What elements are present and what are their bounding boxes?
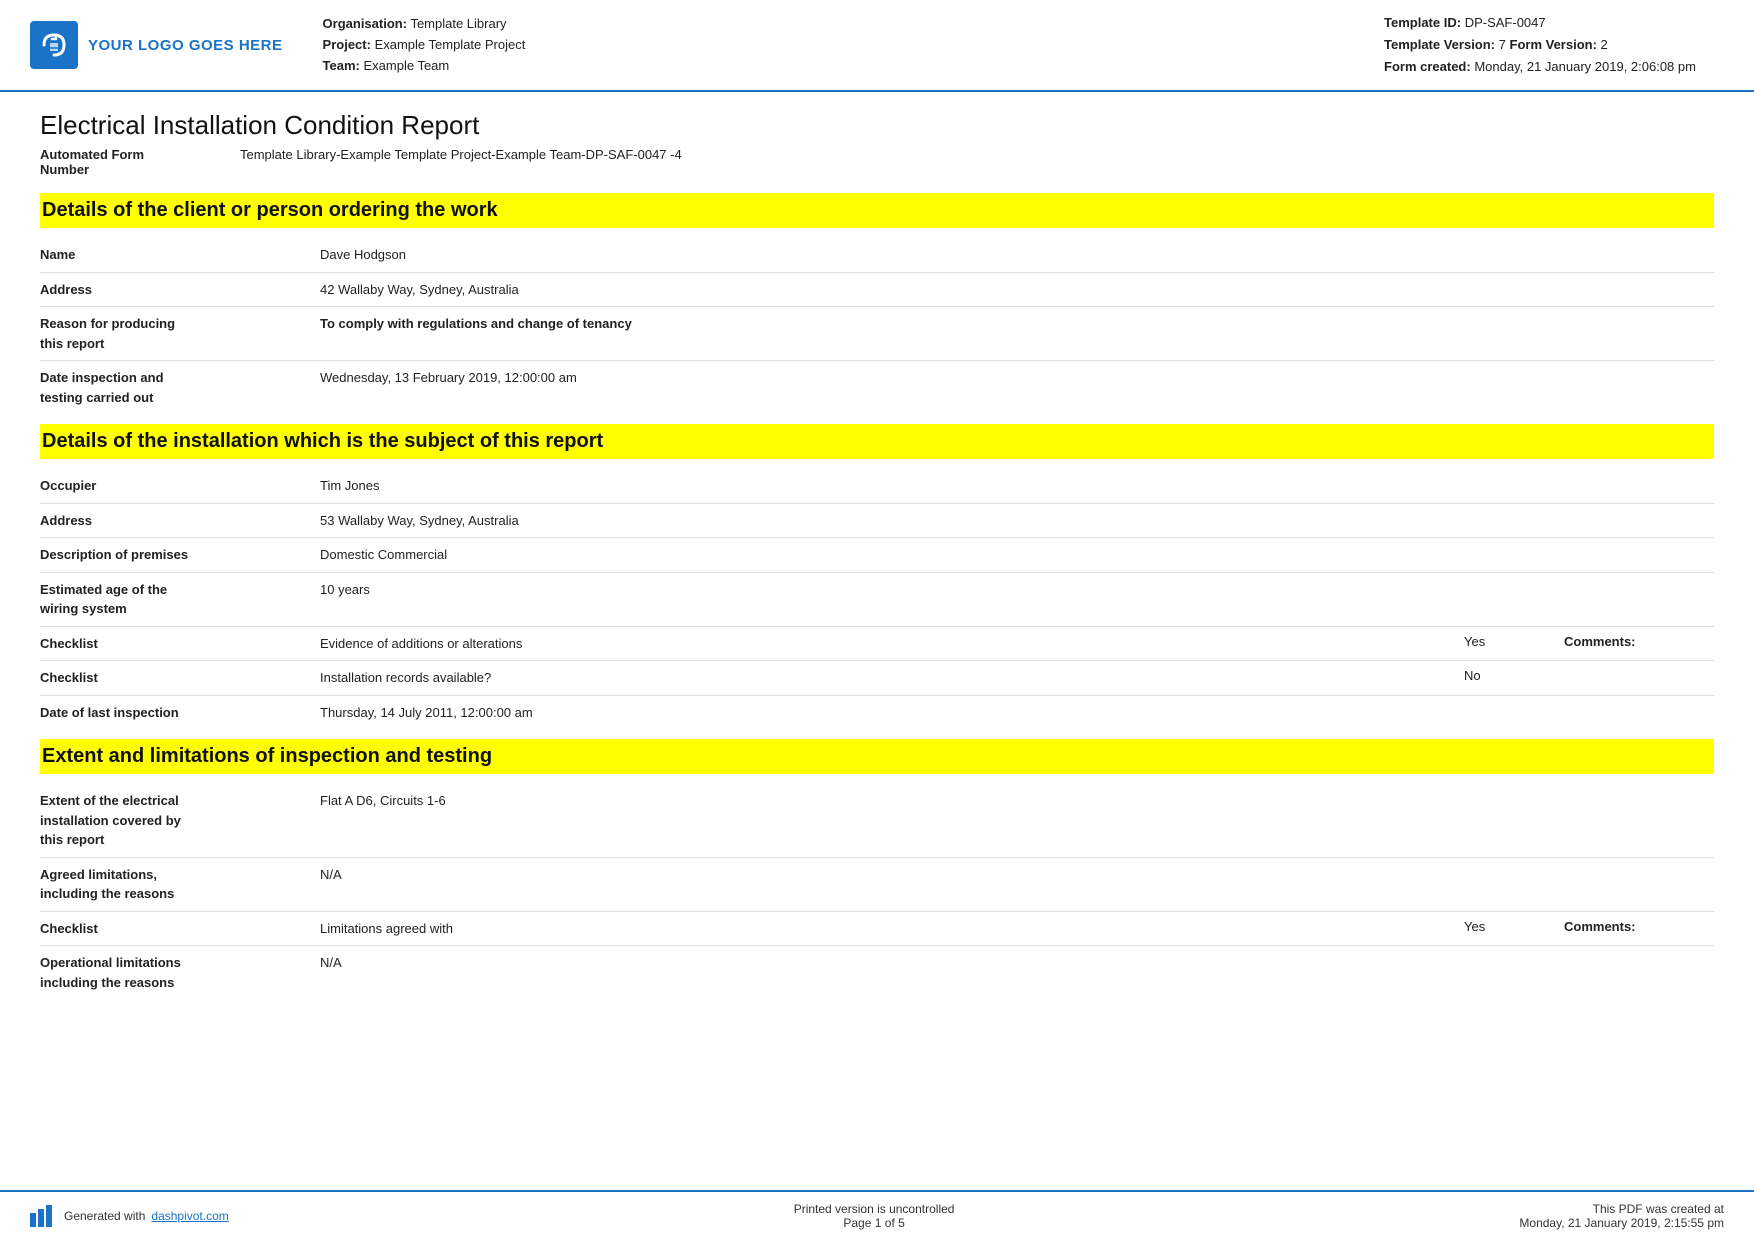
field-value: Installation records available? [320, 668, 1464, 688]
generated-label: Generated with [64, 1209, 145, 1223]
logo-icon [30, 21, 78, 69]
field-label: Description of premises [40, 545, 320, 565]
footer-logo-icon [30, 1205, 58, 1227]
header-right: Template ID: DP-SAF-0047 Template Versio… [1384, 12, 1724, 78]
field-status: Yes [1464, 634, 1564, 649]
form-version-label: Form Version: [1510, 37, 1597, 52]
form-number-label: Automated FormNumber [40, 147, 240, 177]
field-label: Operational limitationsincluding the rea… [40, 953, 320, 992]
uncontrolled-text: Printed version is uncontrolled [794, 1202, 955, 1216]
field-value: Limitations agreed with [320, 919, 1464, 939]
form-created-label: Form created: [1384, 59, 1471, 74]
table-row: Checklist Evidence of additions or alter… [40, 627, 1714, 662]
section-extent-title: Extent and limitations of inspection and… [42, 745, 1712, 768]
pdf-created-label: This PDF was created at [1519, 1202, 1724, 1216]
field-value: Flat A D6, Circuits 1-6 [320, 791, 1714, 811]
field-label: Address [40, 280, 320, 300]
section-installation-header: Details of the installation which is the… [40, 424, 1714, 459]
field-value: Tim Jones [320, 476, 1714, 496]
team-label: Team: [323, 58, 360, 73]
logo-text: YOUR LOGO GOES HERE [88, 37, 283, 54]
page-current: 1 [875, 1216, 882, 1230]
field-value: Wednesday, 13 February 2019, 12:00:00 am [320, 368, 1714, 388]
field-label: Checklist [40, 668, 320, 688]
field-label: Checklist [40, 634, 320, 654]
field-status: No [1464, 668, 1564, 683]
field-value: N/A [320, 865, 1714, 885]
table-row: Name Dave Hodgson [40, 238, 1714, 273]
field-label: Name [40, 245, 320, 265]
field-label: Date inspection andtesting carried out [40, 368, 320, 407]
field-label: Reason for producingthis report [40, 314, 320, 353]
footer-right: This PDF was created at Monday, 21 Janua… [1519, 1202, 1724, 1230]
template-version-value: 7 [1499, 37, 1506, 52]
org-value: Template Library [410, 16, 506, 31]
template-id-label: Template ID: [1384, 15, 1461, 30]
field-value: Thursday, 14 July 2011, 12:00:00 am [320, 703, 1714, 723]
table-row: Address 53 Wallaby Way, Sydney, Australi… [40, 504, 1714, 539]
table-row: Operational limitationsincluding the rea… [40, 946, 1714, 999]
field-label: Extent of the electricalinstallation cov… [40, 791, 320, 850]
footer-left: Generated with dashpivot.com [30, 1205, 229, 1227]
footer: Generated with dashpivot.com Printed ver… [0, 1190, 1754, 1240]
comments-label: Comments: [1564, 919, 1714, 934]
field-value: Dave Hodgson [320, 245, 1714, 265]
footer-center: Printed version is uncontrolled Page 1 o… [794, 1202, 955, 1230]
template-id-value: DP-SAF-0047 [1465, 15, 1546, 30]
doc-title: Electrical Installation Condition Report [40, 110, 1714, 141]
field-value: To comply with regulations and change of… [320, 314, 1714, 334]
header-center: Organisation: Template Library Project: … [303, 12, 1364, 78]
form-version-value: 2 [1601, 37, 1608, 52]
page: YOUR LOGO GOES HERE Organisation: Templa… [0, 0, 1754, 1240]
installation-table: Occupier Tim Jones Address 53 Wallaby Wa… [40, 469, 1714, 729]
extent-table: Extent of the electricalinstallation cov… [40, 784, 1714, 999]
client-table: Name Dave Hodgson Address 42 Wallaby Way… [40, 238, 1714, 414]
section-installation-title: Details of the installation which is the… [42, 430, 1712, 453]
field-label: Agreed limitations,including the reasons [40, 865, 320, 904]
table-row: Address 42 Wallaby Way, Sydney, Australi… [40, 273, 1714, 308]
field-label: Estimated age of thewiring system [40, 580, 320, 619]
table-row: Agreed limitations,including the reasons… [40, 858, 1714, 912]
field-value: N/A [320, 953, 1714, 973]
page-of: of 5 [885, 1216, 905, 1230]
table-row: Occupier Tim Jones [40, 469, 1714, 504]
table-row: Estimated age of thewiring system 10 yea… [40, 573, 1714, 627]
field-label: Date of last inspection [40, 703, 320, 723]
project-value: Example Template Project [375, 37, 526, 52]
field-label: Checklist [40, 919, 320, 939]
section-client-header: Details of the client or person ordering… [40, 193, 1714, 228]
table-row: Description of premises Domestic Commerc… [40, 538, 1714, 573]
project-label: Project: [323, 37, 371, 52]
table-row: Checklist Installation records available… [40, 661, 1714, 696]
section-extent-header: Extent and limitations of inspection and… [40, 739, 1714, 774]
field-value: Domestic Commercial [320, 545, 1714, 565]
field-label: Address [40, 511, 320, 531]
org-label: Organisation: [323, 16, 408, 31]
table-row: Date of last inspection Thursday, 14 Jul… [40, 696, 1714, 730]
header: YOUR LOGO GOES HERE Organisation: Templa… [0, 0, 1754, 92]
page-info: Page 1 of 5 [794, 1216, 955, 1230]
field-status: Yes [1464, 919, 1564, 934]
pdf-created-value: Monday, 21 January 2019, 2:15:55 pm [1519, 1216, 1724, 1230]
section-client-title: Details of the client or person ordering… [42, 199, 1712, 222]
form-number-value: Template Library-Example Template Projec… [240, 147, 682, 162]
table-row: Extent of the electricalinstallation cov… [40, 784, 1714, 858]
table-row: Reason for producingthis report To compl… [40, 307, 1714, 361]
field-value: 10 years [320, 580, 1714, 600]
field-value: 53 Wallaby Way, Sydney, Australia [320, 511, 1714, 531]
form-created-value: Monday, 21 January 2019, 2:06:08 pm [1474, 59, 1696, 74]
form-number-row: Automated FormNumber Template Library-Ex… [40, 147, 1714, 177]
field-label: Occupier [40, 476, 320, 496]
team-value: Example Team [363, 58, 449, 73]
table-row: Checklist Limitations agreed with Yes Co… [40, 912, 1714, 947]
header-logo: YOUR LOGO GOES HERE [30, 12, 283, 78]
template-version-label: Template Version: [1384, 37, 1495, 52]
generated-link[interactable]: dashpivot.com [151, 1209, 228, 1223]
table-row: Date inspection andtesting carried out W… [40, 361, 1714, 414]
field-value: 42 Wallaby Way, Sydney, Australia [320, 280, 1714, 300]
comments-label: Comments: [1564, 634, 1714, 649]
field-value: Evidence of additions or alterations [320, 634, 1464, 654]
main-content: Electrical Installation Condition Report… [0, 92, 1754, 1190]
page-label: Page [843, 1216, 871, 1230]
